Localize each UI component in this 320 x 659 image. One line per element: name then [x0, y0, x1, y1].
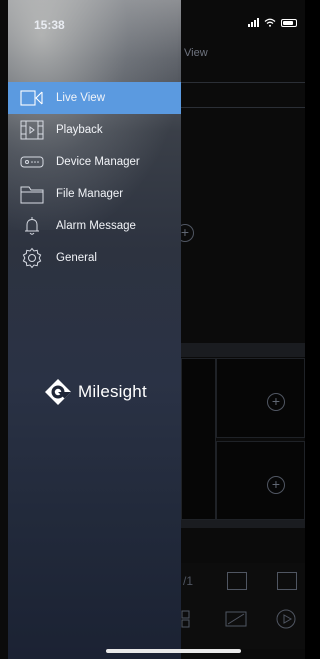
add-camera-icon[interactable]: +: [267, 393, 285, 411]
camera-slot[interactable]: [216, 358, 305, 438]
layout-9-icon[interactable]: [277, 572, 297, 590]
page-indicator: /1: [183, 574, 194, 588]
milesight-logo-icon: [45, 379, 71, 405]
divider: [181, 107, 305, 108]
menu-item-device-manager[interactable]: Device Manager: [8, 146, 181, 178]
menu-item-label: Live View: [56, 92, 106, 104]
snapshot-icon[interactable]: [181, 609, 191, 632]
image-icon[interactable]: [225, 611, 247, 630]
menu-item-alarm-message[interactable]: Alarm Message: [8, 210, 181, 242]
bottom-toolbar: /1: [181, 563, 305, 649]
gear-icon: [20, 247, 46, 269]
menu-item-general[interactable]: General: [8, 242, 181, 274]
grid-band: [181, 520, 305, 528]
device-manager-icon: [20, 151, 46, 173]
folder-icon: [20, 183, 46, 205]
divider: [181, 82, 305, 83]
battery-icon: [281, 18, 297, 27]
logo-text: Milesight: [78, 382, 147, 401]
navigation-drawer: Live View Playback Device Manager File M…: [8, 0, 181, 659]
background-page-title: View: [184, 47, 208, 59]
milesight-logo: Milesight: [44, 378, 147, 406]
menu-item-label: General: [56, 252, 97, 264]
drawer-menu: Live View Playback Device Manager File M…: [8, 82, 181, 274]
menu-item-live-view[interactable]: Live View: [8, 82, 181, 114]
live-view-icon: [20, 87, 46, 109]
add-camera-icon[interactable]: +: [267, 476, 285, 494]
layout-4-icon[interactable]: [227, 572, 247, 590]
grid-band: [181, 343, 305, 357]
menu-item-playback[interactable]: Playback: [8, 114, 181, 146]
bell-icon: [20, 215, 46, 237]
status-time: 15:38: [34, 18, 65, 32]
menu-item-label: File Manager: [56, 188, 124, 200]
status-icons: [248, 18, 297, 27]
wifi-icon: [264, 18, 276, 27]
playback-circle-icon[interactable]: [275, 608, 297, 633]
menu-item-label: Device Manager: [56, 156, 140, 168]
menu-item-label: Alarm Message: [56, 220, 136, 232]
playback-icon: [20, 119, 46, 141]
menu-item-label: Playback: [56, 124, 103, 136]
menu-item-file-manager[interactable]: File Manager: [8, 178, 181, 210]
cellular-signal-icon: [248, 18, 259, 27]
home-indicator[interactable]: [106, 649, 241, 653]
camera-slot[interactable]: [216, 441, 305, 520]
camera-slot[interactable]: [181, 358, 216, 520]
